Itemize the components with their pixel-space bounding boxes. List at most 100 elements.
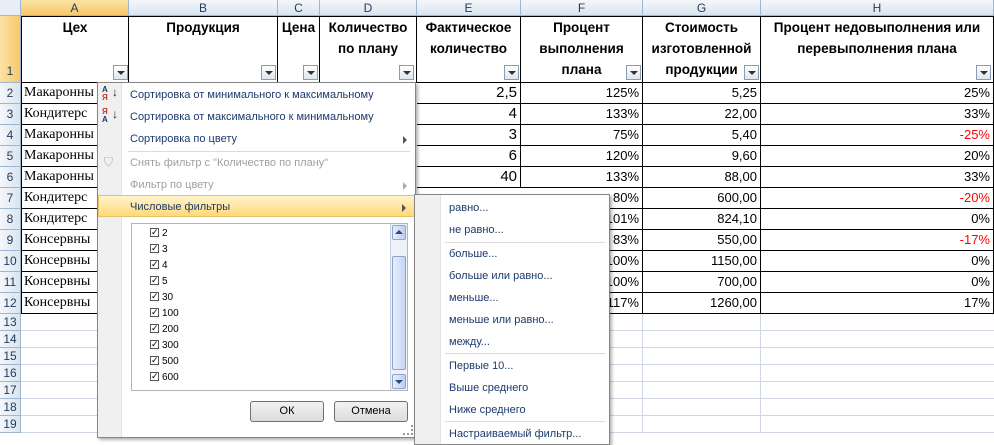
checklist-item[interactable]: ✓ 200 bbox=[150, 322, 179, 338]
cell-deviation[interactable]: -25% bbox=[761, 125, 994, 146]
scroll-thumb[interactable] bbox=[392, 256, 406, 370]
checklist-item[interactable]: ✓ 2 bbox=[150, 226, 168, 242]
column-header-e[interactable]: E bbox=[417, 0, 521, 16]
filter-dropdown-button[interactable] bbox=[261, 65, 276, 80]
column-header-g[interactable]: G bbox=[643, 0, 761, 16]
select-all-corner[interactable] bbox=[0, 0, 21, 16]
cell-actual-qty[interactable]: 40 bbox=[417, 167, 521, 188]
resize-grip-icon[interactable] bbox=[403, 425, 413, 435]
row-header[interactable]: 12 bbox=[0, 293, 21, 314]
filter-dropdown-button[interactable] bbox=[504, 65, 519, 80]
row-header[interactable]: 16 bbox=[0, 365, 21, 382]
filter-not-equals-item[interactable]: не равно... bbox=[449, 219, 504, 241]
checklist-item[interactable]: ✓ 30 bbox=[150, 290, 173, 306]
cell-deviation[interactable]: -20% bbox=[761, 188, 994, 209]
row-header[interactable]: 6 bbox=[0, 167, 21, 188]
cell-cost[interactable]: 9,60 bbox=[643, 146, 761, 167]
checklist-item[interactable]: ✓ 5 bbox=[150, 274, 168, 290]
checklist-item[interactable]: ✓ 600 bbox=[150, 370, 179, 386]
cell-actual-qty[interactable]: 2,5 bbox=[417, 83, 521, 104]
checklist-item[interactable]: ✓ 100 bbox=[150, 306, 179, 322]
cell-cost[interactable]: 700,00 bbox=[643, 272, 761, 293]
row-header[interactable]: 13 bbox=[0, 314, 21, 331]
column-header-d[interactable]: D bbox=[320, 0, 417, 16]
checklist-item[interactable]: ✓ 300 bbox=[150, 338, 179, 354]
filter-by-color-item[interactable]: Фильтр по цвету bbox=[98, 174, 415, 196]
cell-plan-percent[interactable]: 125% bbox=[521, 83, 643, 104]
filter-less-item[interactable]: меньше... bbox=[449, 287, 499, 309]
filter-dropdown-button[interactable] bbox=[303, 65, 318, 80]
column-header-b[interactable]: B bbox=[129, 0, 278, 16]
filter-below-avg-item[interactable]: Ниже среднего bbox=[449, 399, 526, 421]
filter-dropdown-button[interactable] bbox=[399, 65, 414, 80]
cell-cost[interactable]: 5,25 bbox=[643, 83, 761, 104]
checkbox-checked-icon[interactable]: ✓ bbox=[150, 291, 159, 301]
checkbox-checked-icon[interactable]: ✓ bbox=[150, 371, 159, 381]
cell-cost[interactable]: 1150,00 bbox=[643, 251, 761, 272]
scroll-down-icon[interactable] bbox=[392, 374, 406, 389]
clear-filter-item[interactable]: ⛉ Снять фильтр с "Количество по плану" bbox=[98, 152, 415, 174]
checkbox-checked-icon[interactable]: ✓ bbox=[150, 307, 159, 317]
ok-button[interactable]: ОК bbox=[250, 401, 324, 422]
checklist-item[interactable]: ✓ 500 bbox=[150, 354, 179, 370]
checklist-scrollbar[interactable] bbox=[390, 224, 407, 390]
row-header[interactable]: 8 bbox=[0, 209, 21, 230]
filter-above-avg-item[interactable]: Выше среднего bbox=[449, 377, 528, 399]
checkbox-checked-icon[interactable]: ✓ bbox=[150, 259, 159, 269]
checkbox-checked-icon[interactable]: ✓ bbox=[150, 355, 159, 365]
row-header[interactable]: 9 bbox=[0, 230, 21, 251]
number-filters-item[interactable]: Числовые фильтры bbox=[98, 195, 415, 217]
row-header[interactable]: 11 bbox=[0, 272, 21, 293]
cell-deviation[interactable]: -17% bbox=[761, 230, 994, 251]
cell-cost[interactable]: 22,00 bbox=[643, 104, 761, 125]
filter-between-item[interactable]: между... bbox=[449, 331, 490, 353]
values-checklist[interactable]: ✓ 2 ✓ 3 ✓ 4 ✓ 5 ✓ 30 ✓ 100 ✓ 200 ✓ 300 ✓ 500 ✓ 600 bbox=[131, 223, 408, 391]
row-header[interactable]: 18 bbox=[0, 399, 21, 416]
cell-plan-percent[interactable]: 120% bbox=[521, 146, 643, 167]
cell-actual-qty[interactable]: 4 bbox=[417, 104, 521, 125]
column-header-f[interactable]: F bbox=[521, 0, 643, 16]
filter-dropdown-button[interactable] bbox=[113, 65, 128, 80]
row-header[interactable]: 5 bbox=[0, 146, 21, 167]
checklist-item[interactable]: ✓ 3 bbox=[150, 242, 168, 258]
checkbox-checked-icon[interactable]: ✓ bbox=[150, 227, 159, 237]
cell-deviation[interactable]: 25% bbox=[761, 83, 994, 104]
row-header[interactable]: 7 bbox=[0, 188, 21, 209]
scroll-up-icon[interactable] bbox=[392, 225, 406, 240]
checkbox-checked-icon[interactable]: ✓ bbox=[150, 339, 159, 349]
cell-plan-percent[interactable]: 133% bbox=[521, 104, 643, 125]
cell-deviation[interactable]: 33% bbox=[761, 167, 994, 188]
cell-cost[interactable]: 1260,00 bbox=[643, 293, 761, 314]
header-cell-product[interactable]: Продукция bbox=[129, 16, 278, 83]
filter-dropdown-button[interactable] bbox=[626, 65, 641, 80]
cell-cost[interactable]: 5,40 bbox=[643, 125, 761, 146]
cell-cost[interactable]: 824,10 bbox=[643, 209, 761, 230]
filter-top10-item[interactable]: Первые 10... bbox=[449, 355, 513, 377]
checkbox-checked-icon[interactable]: ✓ bbox=[150, 243, 159, 253]
row-header[interactable]: 10 bbox=[0, 251, 21, 272]
cell-cost[interactable]: 550,00 bbox=[643, 230, 761, 251]
row-header[interactable]: 4 bbox=[0, 125, 21, 146]
sort-ascending-item[interactable]: А Я ↓ Сортировка от минимального к макси… bbox=[98, 84, 415, 106]
filter-dropdown-button[interactable] bbox=[976, 65, 991, 80]
checkbox-checked-icon[interactable]: ✓ bbox=[150, 275, 159, 285]
row-header[interactable]: 2 bbox=[0, 83, 21, 104]
filter-equals-item[interactable]: равно... bbox=[449, 197, 488, 219]
cell-deviation[interactable]: 33% bbox=[761, 104, 994, 125]
row-header[interactable]: 19 bbox=[0, 416, 21, 433]
checkbox-checked-icon[interactable]: ✓ bbox=[150, 323, 159, 333]
filter-dropdown-button[interactable] bbox=[744, 65, 759, 80]
cell-deviation[interactable]: 17% bbox=[761, 293, 994, 314]
cell-deviation[interactable]: 20% bbox=[761, 146, 994, 167]
cell-cost[interactable]: 88,00 bbox=[643, 167, 761, 188]
sort-descending-item[interactable]: Я А ↓ Сортировка от максимального к мини… bbox=[98, 106, 415, 128]
header-cell-plan-percent[interactable]: Процент выполнения плана bbox=[521, 16, 643, 83]
cell-actual-qty[interactable]: 6 bbox=[417, 146, 521, 167]
checklist-item[interactable]: ✓ 4 bbox=[150, 258, 168, 274]
column-header-c[interactable]: C bbox=[278, 0, 320, 16]
cell-plan-percent[interactable]: 133% bbox=[521, 167, 643, 188]
row-header[interactable]: 1 bbox=[0, 16, 21, 83]
cell-deviation[interactable]: 0% bbox=[761, 272, 994, 293]
cell-cost[interactable]: 600,00 bbox=[643, 188, 761, 209]
cell-actual-qty[interactable]: 3 bbox=[417, 125, 521, 146]
